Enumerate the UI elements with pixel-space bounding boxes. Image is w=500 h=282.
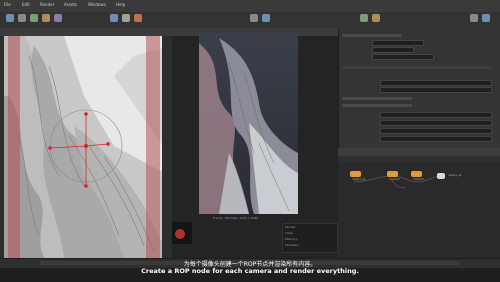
node-label: mantra_ipr — [352, 178, 366, 181]
menu-edit[interactable]: Edit — [22, 2, 30, 7]
param-field[interactable] — [380, 112, 492, 118]
shelf-tool-icon[interactable] — [110, 14, 118, 22]
param-row[interactable] — [342, 104, 412, 107]
rendered-cloth — [199, 33, 298, 214]
param-field[interactable] — [380, 128, 492, 134]
param-row[interactable] — [342, 97, 412, 100]
param-field[interactable] — [380, 80, 492, 86]
stats-line: Samples: — [285, 243, 299, 247]
param-field[interactable] — [380, 120, 492, 126]
shelf-tool-icon[interactable] — [134, 14, 142, 22]
merge-node[interactable] — [437, 173, 445, 179]
node-label: mantra_all — [448, 174, 462, 177]
menu-file[interactable]: File — [4, 2, 11, 7]
param-field[interactable] — [372, 47, 414, 53]
viewport-scene — [4, 36, 170, 258]
shelf-tool-icon[interactable] — [250, 14, 258, 22]
shelf-tool-icon[interactable] — [30, 14, 38, 22]
shelf-tool-icon[interactable] — [42, 14, 50, 22]
render-thumbnail-image — [172, 222, 192, 244]
menu-help[interactable]: Help — [116, 2, 125, 7]
rop-node[interactable] — [411, 171, 422, 177]
menu-windows[interactable]: Windows — [88, 2, 106, 7]
render-thumbnail — [172, 222, 192, 244]
param-tabs[interactable] — [342, 66, 492, 69]
viewport-display-toolbar[interactable] — [162, 36, 172, 258]
shelf-tool-icon[interactable] — [6, 14, 14, 22]
param-field[interactable] — [372, 54, 434, 60]
subtitle-english: Create a ROP node for each camera and re… — [141, 267, 359, 275]
param-field[interactable] — [380, 136, 492, 142]
rendered-image — [199, 33, 298, 214]
shelf-tool-icon[interactable] — [360, 14, 368, 22]
shelf-tool-icon[interactable] — [262, 14, 270, 22]
param-field[interactable] — [372, 40, 424, 46]
param-field[interactable] — [380, 87, 492, 93]
shelf-tool-icon[interactable] — [18, 14, 26, 22]
render-caption: Frame: 189 Size: 1920 x 1080 — [213, 216, 259, 220]
shelf-tool-icon[interactable] — [470, 14, 478, 22]
scene-viewport[interactable] — [4, 36, 170, 258]
node-label: mantra2 — [389, 178, 400, 181]
rop-node[interactable] — [350, 171, 361, 177]
node-label: mantra3 — [413, 178, 424, 181]
shelf-tool-icon[interactable] — [122, 14, 130, 22]
menu-render[interactable]: Render — [40, 2, 54, 7]
rop-node[interactable] — [387, 171, 398, 177]
shelf-tool-icon[interactable] — [372, 14, 380, 22]
shelf-tool-icon[interactable] — [54, 14, 62, 22]
param-row[interactable] — [342, 34, 402, 37]
menu-assets[interactable]: Assets — [64, 2, 77, 7]
render-stats-panel: Render Time: Memory: Samples: — [282, 223, 338, 253]
shelf-tool-icon[interactable] — [482, 14, 490, 22]
